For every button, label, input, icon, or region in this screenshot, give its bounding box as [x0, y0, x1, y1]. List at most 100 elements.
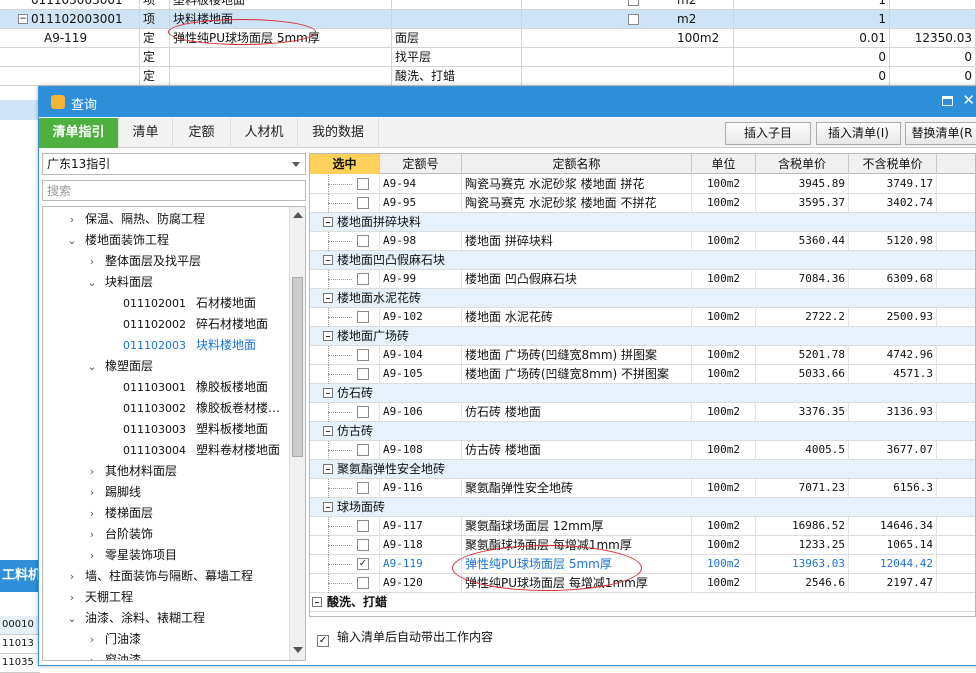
select-checkbox[interactable] — [357, 482, 369, 494]
scroll-thumb[interactable] — [292, 277, 303, 457]
chevron-right-icon[interactable]: › — [85, 251, 99, 272]
sheet-cell-unit[interactable]: m2 — [674, 10, 734, 29]
select-checkbox[interactable] — [357, 349, 369, 361]
chevron-right-icon[interactable]: › — [65, 587, 79, 608]
select-checkbox[interactable]: ✓ — [357, 558, 369, 570]
header-price-tax[interactable]: 含税单价 — [756, 154, 849, 174]
replace-list-button[interactable]: 替换清单(R — [905, 122, 976, 145]
select-checkbox[interactable] — [357, 178, 369, 190]
tree-node[interactable]: › 门油漆 — [85, 629, 141, 650]
region-select[interactable]: 广东13指引 — [42, 153, 306, 175]
sheet-row[interactable]: 011103003001 项塑料板楼地面 m2 1 — [0, 0, 976, 10]
tree-node[interactable]: › 楼梯面层 — [85, 503, 153, 524]
chevron-right-icon[interactable]: › — [85, 650, 99, 660]
collapse-icon[interactable] — [323, 388, 333, 398]
quota-row[interactable]: A9-120 弹性纯PU球场面层 每增减1mm厚 100m2 2546.6 2197.4… — [310, 574, 975, 593]
sheet-checkbox[interactable] — [628, 14, 639, 25]
quota-row[interactable]: A9-102 楼地面 水泥花砖 100m2 2722.2 2500.93 — [310, 308, 975, 327]
chevron-down-icon[interactable]: ⌄ — [85, 272, 99, 293]
sheet-checkbox[interactable] — [628, 0, 639, 6]
quota-group-row[interactable]: 楼地面广场砖 — [310, 327, 975, 346]
quota-row[interactable]: A9-108 仿古砖 楼地面 100m2 4005.5 3677.07 — [310, 441, 975, 460]
collapse-icon[interactable] — [323, 293, 333, 303]
insert-list-button[interactable]: 插入清单(I) — [816, 122, 901, 145]
sheet-cell-part[interactable]: 找平层 — [392, 48, 522, 67]
sheet-cell-name[interactable]: 塑料板楼地面 — [170, 0, 392, 10]
sheet-cell-qty[interactable]: 0 — [805, 67, 890, 86]
chevron-right-icon[interactable]: › — [65, 209, 79, 230]
tree-node[interactable]: › 踢脚线 — [85, 482, 141, 503]
tab-my-data[interactable]: 我的数据 — [298, 118, 379, 148]
sheet-cell-qty[interactable]: 1 — [805, 10, 890, 29]
collapse-icon[interactable] — [312, 597, 322, 607]
select-checkbox[interactable] — [357, 273, 369, 285]
sheet-cell-qty[interactable]: 0.01 — [805, 29, 890, 48]
chevron-down-icon[interactable]: ⌄ — [65, 608, 79, 629]
sheet-cell-type[interactable]: 定 — [140, 48, 170, 67]
tree-node[interactable]: › 天棚工程 — [65, 587, 133, 608]
materials-cell[interactable]: 11035 — [0, 654, 40, 673]
quota-row[interactable]: A9-105 楼地面 广场砖(凹缝宽8mm) 不拼图案 100m2 5033.66 45… — [310, 365, 975, 384]
sheet-cell-code[interactable]: 011102003001 — [28, 10, 140, 29]
quota-row[interactable]: A9-94 陶瓷马赛克 水泥砂浆 楼地面 拼花 100m2 3945.89 3749.1… — [310, 175, 975, 194]
header-name[interactable]: 定额名称 — [462, 154, 692, 174]
quota-row[interactable]: A9-118 聚氨酯球场面层 每增减1mm厚 100m2 1233.25 1065.14 — [310, 536, 975, 555]
quota-row[interactable]: A9-104 楼地面 广场砖(凹缝宽8mm) 拼图案 100m2 5201.78 474… — [310, 346, 975, 365]
tree-node[interactable]: 011103002 橡胶板卷材楼… — [123, 398, 280, 419]
tree-node[interactable]: › 台阶装饰 — [85, 524, 153, 545]
chevron-right-icon[interactable]: › — [85, 545, 99, 566]
tree-node[interactable]: 011102001 石材楼地面 — [123, 293, 256, 314]
tree-node[interactable]: 011103003 塑料板楼地面 — [123, 419, 268, 440]
chevron-right-icon[interactable]: › — [85, 503, 99, 524]
tab-materials[interactable]: 人材机 — [231, 118, 298, 148]
header-select[interactable]: 选中 — [310, 154, 380, 174]
quota-row[interactable]: A9-106 仿石砖 楼地面 100m2 3376.35 3136.93 — [310, 403, 975, 422]
tree-node[interactable]: ⌄ 块料面层 — [85, 272, 153, 293]
quota-group-row[interactable]: 仿石砖 — [310, 384, 975, 403]
sheet-cell-qty[interactable]: 1 — [805, 0, 890, 10]
sheet-cell-qty[interactable]: 0 — [805, 48, 890, 67]
sheet-cell-code[interactable]: 011103003001 — [28, 0, 140, 10]
select-checkbox[interactable] — [357, 311, 369, 323]
tree-node[interactable]: ⌄ 楼地面装饰工程 — [65, 230, 169, 251]
search-input[interactable] — [42, 180, 306, 201]
auto-work-content-checkbox[interactable]: ✓ 输入清单后自动带出工作内容 — [317, 627, 493, 647]
scroll-down-icon[interactable] — [293, 647, 303, 653]
sheet-cell-type[interactable]: 定 — [140, 29, 170, 48]
select-checkbox[interactable] — [357, 539, 369, 551]
collapse-icon[interactable]: − — [18, 14, 28, 24]
quota-group-row[interactable]: 楼地面水泥花砖 — [310, 289, 975, 308]
tree-scrollbar[interactable] — [289, 207, 305, 660]
scroll-up-icon[interactable] — [293, 212, 303, 218]
sheet-cell-code[interactable] — [28, 67, 140, 86]
sheet-cell-part[interactable] — [392, 10, 522, 29]
chevron-right-icon[interactable]: › — [85, 629, 99, 650]
sheet-cell-price[interactable]: 12350.03 — [890, 29, 976, 48]
sheet-cell-type[interactable]: 项 — [140, 10, 170, 29]
quota-row[interactable]: A9-95 陶瓷马赛克 水泥砂浆 楼地面 不拼花 100m2 3595.37 3402.… — [310, 194, 975, 213]
insert-child-button[interactable]: 插入子目 — [725, 122, 811, 145]
sheet-cell-name[interactable]: 弹性纯PU球场面层 5mm厚 — [170, 29, 392, 48]
tree-node[interactable]: ⌄ 橡塑面层 — [85, 356, 153, 377]
select-checkbox[interactable] — [357, 197, 369, 209]
tab-list-guide[interactable]: 清单指引 — [39, 118, 119, 148]
sheet-row[interactable]: 011102003001 项块料楼地面 m2 1 − — [0, 10, 976, 29]
quota-row[interactable]: A9-98 楼地面 拼碎块料 100m2 5360.44 5120.98 — [310, 232, 975, 251]
sheet-cell-name[interactable]: 块料楼地面 — [170, 10, 392, 29]
sheet-cell-name[interactable] — [170, 67, 392, 86]
sheet-cell-unit[interactable] — [674, 48, 734, 67]
tree-node[interactable]: ⌄ 油漆、涂料、裱糊工程 — [65, 608, 205, 629]
sheet-cell-type[interactable]: 项 — [140, 0, 170, 10]
sheet-cell-code[interactable]: A9-119 — [28, 29, 140, 48]
quota-row[interactable]: A9-117 聚氨酯球场面层 12mm厚 100m2 16986.52 14646.34 — [310, 517, 975, 536]
sheet-row[interactable]: 定 找平层 0 0 — [0, 48, 976, 67]
sheet-row[interactable]: 定 酸洗、打蜡 0 0 — [0, 67, 976, 86]
collapse-icon[interactable] — [323, 331, 333, 341]
header-price[interactable]: 不含税单价 — [849, 154, 937, 174]
close-icon[interactable]: ✕ — [962, 91, 975, 109]
chevron-down-icon[interactable]: ⌄ — [85, 356, 99, 377]
checkbox[interactable]: ✓ — [317, 635, 329, 647]
tree-node[interactable]: 011103004 塑料卷材楼地面 — [123, 440, 280, 461]
quota-group-row[interactable]: 楼地面凹凸假麻石块 — [310, 251, 975, 270]
tree-node[interactable]: 011102003 块料楼地面 — [123, 335, 256, 356]
